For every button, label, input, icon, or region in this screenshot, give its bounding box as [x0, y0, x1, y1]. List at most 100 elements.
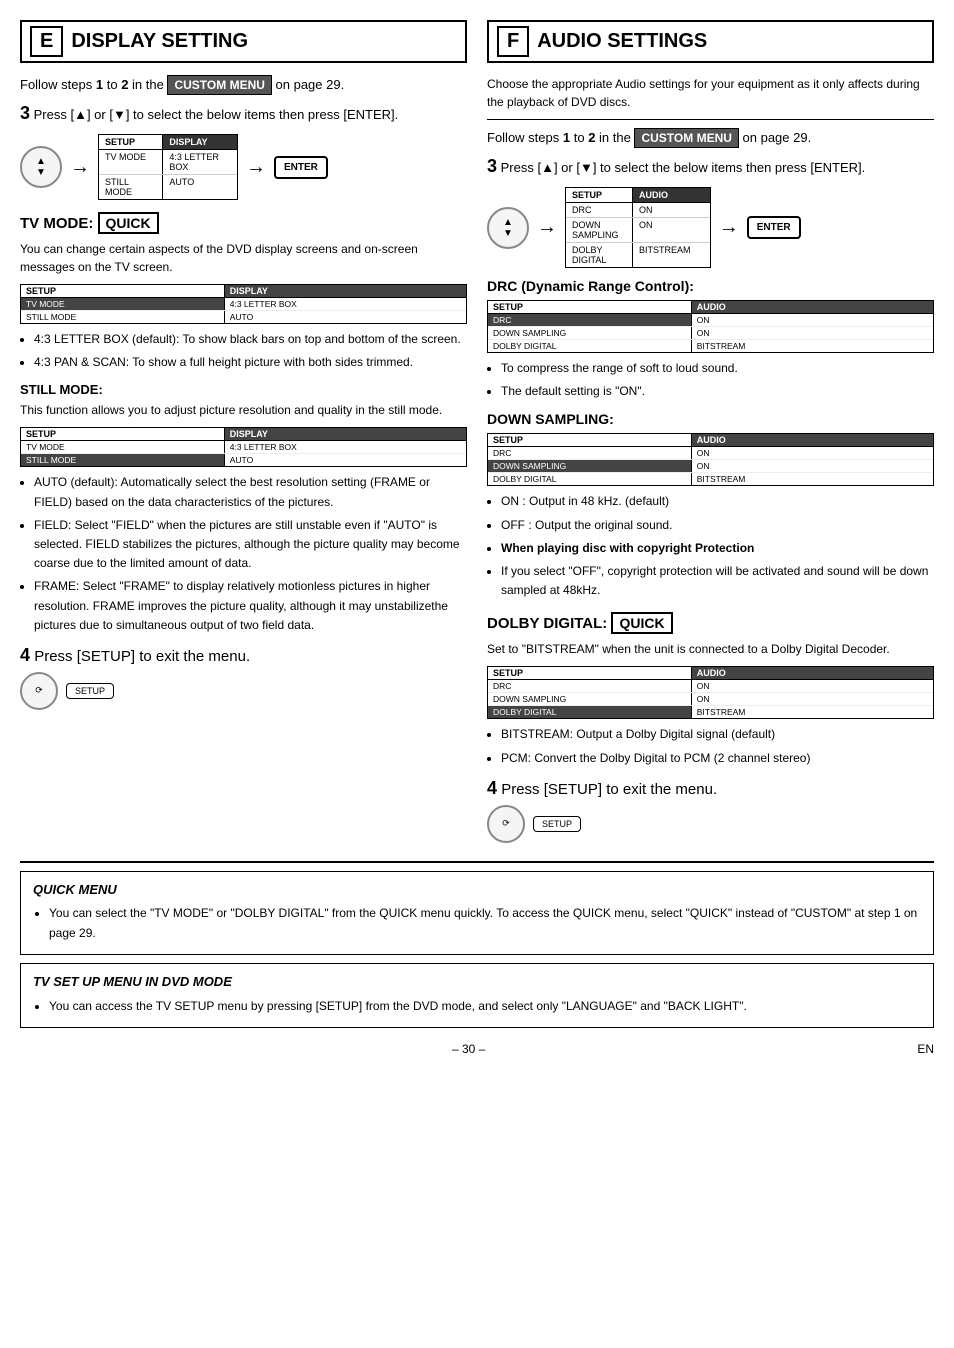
ds-row2-label: DOWN SAMPLING	[488, 460, 692, 472]
right-intro-prefix: Follow steps	[487, 130, 563, 145]
left-intro-to: to	[103, 77, 121, 92]
ds-bullets: ON : Output in 48 kHz. (default) OFF : O…	[501, 492, 934, 600]
ds-bullet-2: OFF : Output the original sound.	[501, 516, 934, 535]
left-step4-label: 4 Press [SETUP] to exit the menu.	[20, 645, 467, 666]
tv-mode-quick-box: QUICK	[98, 212, 159, 234]
still-mode-tab1: SETUP	[21, 428, 225, 440]
right-step4-number: 4	[487, 778, 497, 798]
left-intro-postfix: on page 29.	[272, 77, 344, 92]
dolby-row2-value: ON	[692, 693, 933, 705]
still-mode-desc: This function allows you to adjust pictu…	[20, 401, 467, 419]
right-main-row3-value: BITSTREAM	[633, 243, 710, 267]
left-step3-number: 3	[20, 103, 30, 123]
right-column: F AUDIO SETTINGS Choose the appropriate …	[487, 20, 934, 851]
left-section-title: DISPLAY SETTING	[71, 30, 248, 53]
right-right-arrow1-icon: →	[537, 216, 557, 239]
footer-page: – 30 –	[452, 1042, 485, 1056]
tv-mode-bullet-2: 4:3 PAN & SCAN: To show a full height pi…	[34, 353, 467, 372]
right-main-row3-label: DOLBY DIGITAL	[566, 243, 633, 267]
tv-mode-tab1: SETUP	[21, 285, 225, 297]
quick-menu-box: QUICK MENU You can select the "TV MODE" …	[20, 871, 934, 955]
drc-row2-label: DOWN SAMPLING	[488, 327, 692, 339]
tv-mode-title-text: TV MODE:	[20, 215, 98, 232]
up-arrow-icon: ▲	[36, 156, 46, 167]
quick-menu-title-text: QUICK MENU	[33, 882, 117, 897]
right-arrow-icon: →	[70, 156, 90, 179]
right-step3-number: 3	[487, 156, 497, 176]
ds-row3-value: BITSTREAM	[692, 473, 933, 485]
quick-menu-item: You can select the "TV MODE" or "DOLBY D…	[49, 904, 921, 942]
right-divider	[487, 119, 934, 120]
right-custom-menu-box: CUSTOM MENU	[634, 128, 738, 148]
drc-tab2: AUDIO	[692, 301, 933, 313]
tv-setup-list: You can access the TV SETUP menu by pres…	[49, 997, 921, 1016]
bottom-section: QUICK MENU You can select the "TV MODE" …	[20, 861, 934, 1028]
dolby-bullet-2: PCM: Convert the Dolby Digital to PCM (2…	[501, 749, 934, 768]
dolby-row3-label: DOLBY DIGITAL	[488, 706, 692, 718]
right-intro-to: to	[570, 130, 588, 145]
still-mode-row1-value: 4:3 LETTER BOX	[225, 441, 466, 453]
still-mode-row2: STILL MODE AUTO	[21, 454, 466, 466]
still-mode-bullets: AUTO (default): Automatically select the…	[34, 473, 467, 635]
still-mode-row2-label: STILL MODE	[21, 454, 225, 466]
dolby-table-header: SETUP AUDIO	[488, 667, 933, 680]
tv-mode-row2-value: AUTO	[225, 311, 466, 323]
page-container: E DISPLAY SETTING Follow steps 1 to 2 in…	[20, 20, 934, 851]
still-mode-row2-value: AUTO	[225, 454, 466, 466]
left-section-header: E DISPLAY SETTING	[20, 20, 467, 63]
tv-setup-item: You can access the TV SETUP menu by pres…	[49, 997, 921, 1016]
right-remote-btn: ▲ ▼	[487, 207, 529, 249]
left-intro: Follow steps 1 to 2 in the CUSTOM MENU o…	[20, 75, 467, 95]
page-footer: – 30 – EN	[20, 1038, 934, 1060]
left-setup-remote: ⟳	[20, 672, 58, 710]
drc-bullets: To compress the range of soft to loud so…	[501, 359, 934, 401]
left-step4-number: 4	[20, 645, 30, 665]
right-step3-label: 3 Press [▲] or [▼] to select the below i…	[487, 156, 934, 177]
right-section-letter: F	[497, 26, 529, 57]
down-sampling-title: DOWN SAMPLING:	[487, 411, 934, 427]
right-main-menu-header: SETUP AUDIO	[566, 188, 710, 203]
drc-row3-value: BITSTREAM	[692, 340, 933, 352]
tv-mode-bullet-1: 4:3 LETTER BOX (default): To show black …	[34, 330, 467, 349]
dolby-digital-desc: Set to "BITSTREAM" when the unit is conn…	[487, 640, 934, 658]
left-main-row2-value: AUTO	[163, 175, 237, 199]
drc-table-header: SETUP AUDIO	[488, 301, 933, 314]
tv-mode-table-header: SETUP DISPLAY	[21, 285, 466, 298]
still-mode-bullet-3: FRAME: Select "FRAME" to display relativ…	[34, 577, 467, 635]
still-mode-table-header: SETUP DISPLAY	[21, 428, 466, 441]
right-step3-text: Press [▲] or [▼] to select the below ite…	[501, 160, 866, 175]
right-arrow2-icon: →	[246, 156, 266, 179]
left-main-tab2: DISPLAY	[163, 135, 237, 149]
right-step4-text: Press [SETUP] to exit the menu.	[501, 781, 717, 798]
still-mode-section: STILL MODE: This function allows you to …	[20, 382, 467, 635]
right-main-row2-value: ON	[633, 218, 710, 242]
ds-bullet-4: If you select "OFF", copyright protectio…	[501, 562, 934, 600]
quick-menu-list: You can select the "TV MODE" or "DOLBY D…	[49, 904, 921, 942]
still-mode-title: STILL MODE:	[20, 382, 467, 397]
left-main-row1-value: 4:3 LETTER BOX	[163, 150, 237, 174]
ds-tab1: SETUP	[488, 434, 692, 446]
tv-mode-row2: STILL MODE AUTO	[21, 311, 466, 323]
right-intro: Follow steps 1 to 2 in the CUSTOM MENU o…	[487, 128, 934, 148]
still-mode-row1-label: TV MODE	[21, 441, 225, 453]
left-custom-menu-box: CUSTOM MENU	[167, 75, 271, 95]
tv-setup-box: TV SET UP MENU IN DVD MODE You can acces…	[20, 963, 934, 1028]
left-setup-row: ⟳ SETUP	[20, 672, 467, 710]
dolby-row3-value: BITSTREAM	[692, 706, 933, 718]
left-main-menu-header: SETUP DISPLAY	[99, 135, 237, 150]
left-main-row-2: STILL MODE AUTO	[99, 175, 237, 199]
right-main-row-3: DOLBY DIGITAL BITSTREAM	[566, 243, 710, 267]
dolby-tab1: SETUP	[488, 667, 692, 679]
drc-title: DRC (Dynamic Range Control):	[487, 278, 934, 294]
left-section-letter: E	[30, 26, 63, 57]
tv-setup-title: TV SET UP MENU IN DVD MODE	[33, 972, 921, 993]
dolby-digital-title: DOLBY DIGITAL: QUICK	[487, 612, 934, 634]
right-up-arrow-icon: ▲	[503, 217, 513, 228]
still-mode-table: SETUP DISPLAY TV MODE 4:3 LETTER BOX STI…	[20, 427, 467, 467]
dolby-table: SETUP AUDIO DRC ON DOWN SAMPLING ON DOLB…	[487, 666, 934, 719]
right-intro-desc: Choose the appropriate Audio settings fo…	[487, 75, 934, 111]
left-column: E DISPLAY SETTING Follow steps 1 to 2 in…	[20, 20, 467, 851]
ds-row3: DOLBY DIGITAL BITSTREAM	[488, 473, 933, 485]
tv-mode-bullets: 4:3 LETTER BOX (default): To show black …	[34, 330, 467, 372]
ds-row1: DRC ON	[488, 447, 933, 460]
